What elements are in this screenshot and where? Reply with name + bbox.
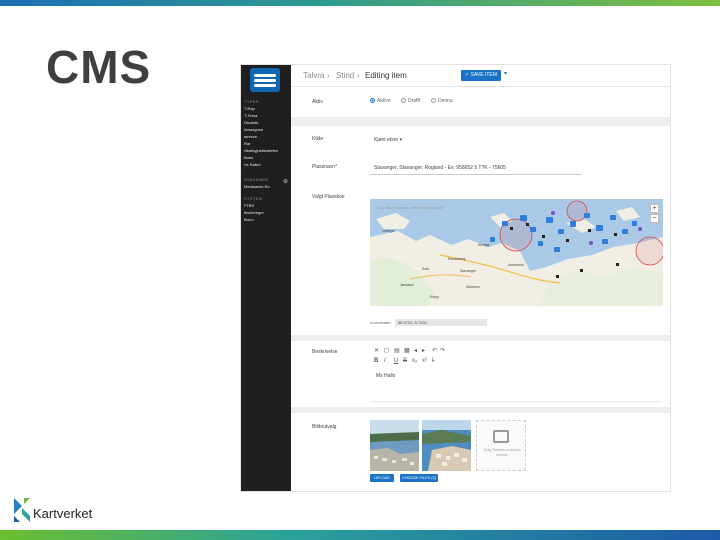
save-options-caret-icon[interactable]: ▾ xyxy=(504,70,507,77)
strikethrough-button[interactable]: S xyxy=(403,358,407,364)
add-image-dropzone[interactable]: Drag Pictures or click to browse xyxy=(476,420,526,471)
location-map[interactable]: Søk etter adresse, sted eller posisjon +… xyxy=(370,199,663,306)
map-place-label: Amenland xyxy=(508,263,524,267)
sidebar-item[interactable]: FTBS xyxy=(244,203,254,208)
editor-content: Ms Hallo xyxy=(376,373,396,379)
kartverket-logo-text: Kartverket xyxy=(33,506,93,521)
editor-tool-icon[interactable]: ▸ xyxy=(422,347,425,354)
sidebar-item[interactable]: Skarbyjubilkarteten xyxy=(244,148,278,153)
editor-toolbar-format: B I U S x₂ x² I̶ xyxy=(370,357,662,368)
section-divider xyxy=(291,407,670,413)
cms-screenshot: TYPER T-Rap T-Tema Dsvdsfs Amazgunn mrez… xyxy=(240,64,671,492)
beskrivelse-label: Beskrivelse xyxy=(312,349,338,355)
radio-dot-icon xyxy=(370,98,375,104)
map-place-label: Klepp xyxy=(430,295,439,299)
status-radio-active[interactable]: Aktive xyxy=(370,98,391,104)
image-thumbnail[interactable] xyxy=(422,420,471,471)
underline-button[interactable]: U xyxy=(394,358,398,364)
breadcrumb-separator: › xyxy=(357,71,360,80)
subscript-button[interactable]: x₂ xyxy=(412,358,417,364)
clear-format-button[interactable]: I̶ xyxy=(432,358,434,364)
map-place-label: Randaberg xyxy=(448,257,466,261)
cms-sidebar: TYPER T-Rap T-Tema Dsvdsfs Amazgunn mrez… xyxy=(241,65,291,491)
slide: CMS TYPER T-Rap T-Tema Dsvdsfs Amazgunn … xyxy=(0,0,720,540)
breadcrumb-item[interactable]: Talvra xyxy=(303,71,324,80)
coordinates-field[interactable]: 58.9700, 5.7331 xyxy=(395,319,487,326)
bottom-brand-stripe xyxy=(0,530,720,540)
status-radio-other[interactable]: Denna xyxy=(431,98,453,104)
radio-dot-icon xyxy=(401,98,406,104)
top-brand-stripe xyxy=(0,0,720,6)
map-place-label: Sola xyxy=(422,267,430,271)
image-thumbnail-graphic xyxy=(422,420,471,471)
image-thumbnail-graphic xyxy=(370,420,419,471)
sidebar-item[interactable]: T-Tema xyxy=(244,113,257,118)
sidebar-item[interactable]: Brum xyxy=(244,217,254,222)
breadcrumb-separator: › xyxy=(327,71,330,80)
sidebar-item[interactable]: Dsvdsfs xyxy=(244,120,258,125)
sidebar-item[interactable]: Rar xyxy=(244,141,250,146)
sidebar-section-head: SVAKEMER xyxy=(244,177,269,182)
italic-button[interactable]: I xyxy=(384,358,386,364)
image-thumbnail[interactable] xyxy=(370,420,419,471)
editor-tool-icon[interactable]: ◻ xyxy=(384,347,389,354)
zoom-out-button[interactable]: − xyxy=(650,214,659,223)
section-divider xyxy=(291,117,670,126)
map-graphic xyxy=(370,199,663,306)
status-radio-draft[interactable]: Drafft xyxy=(401,98,420,104)
breadcrumb-item[interactable]: Stind xyxy=(336,71,354,80)
radio-dot-icon xyxy=(431,98,436,104)
map-place-label: Vaslegd xyxy=(382,229,395,233)
map-label: Valgt Plasskoe xyxy=(312,194,345,200)
sidebar-item[interactable]: Amazgunn xyxy=(244,127,263,132)
sidebar-item[interactable]: Vs Rated xyxy=(244,162,260,167)
description-editor[interactable]: Ms Hallo xyxy=(370,368,662,402)
status-label: Aktiv xyxy=(312,99,323,105)
editor-tool-icon[interactable]: ✕ xyxy=(374,347,379,354)
kilde-select[interactable]: Kjønt etsre ▾ xyxy=(370,135,408,146)
bildeutvalg-label: Bildeutvalg xyxy=(312,424,337,430)
plassnavn-label: Plassnavn* xyxy=(312,164,338,170)
sidebar-section-head: TYPER xyxy=(244,99,259,104)
sidebar-section-head: SYSTEM xyxy=(244,196,263,201)
sidebar-item[interactable]: T-Rap xyxy=(244,106,255,111)
add-section-icon[interactable]: ⊕ xyxy=(283,178,288,185)
kartverket-logo: Kartverket xyxy=(12,496,132,526)
zoom-in-button[interactable]: + xyxy=(650,204,659,213)
chevron-down-icon: ▾ xyxy=(399,137,403,143)
plassnavn-input[interactable]: Stavanger, Stavanger, Rogland - Ex: 9586… xyxy=(370,162,582,175)
upload-button[interactable]: UPLOAD xyxy=(370,474,394,482)
choose-files-button[interactable]: CHOOSE FILES (3) xyxy=(400,474,438,482)
kilde-label: Kilde xyxy=(312,136,324,142)
coordinates-label: Koordinater: xyxy=(370,320,392,325)
editor-tool-icon[interactable]: ↶ xyxy=(432,347,437,354)
sidebar-item[interactable]: Boes xyxy=(244,155,253,160)
sidebar-item[interactable]: Mediaarkiv-Ro xyxy=(244,184,270,189)
section-divider xyxy=(291,335,670,341)
map-place-label: Sandnes xyxy=(466,285,480,289)
kartverket-logo-mark xyxy=(14,498,30,522)
editor-tool-icon[interactable]: ▦ xyxy=(404,347,410,354)
image-icon xyxy=(493,430,509,443)
bold-button[interactable]: B xyxy=(374,358,378,364)
editor-tool-icon[interactable]: ↷ xyxy=(440,347,445,354)
breadcrumb-current: Editing item xyxy=(365,71,407,80)
map-place-label: Arnegg xyxy=(478,243,490,247)
save-item-button[interactable]: ✓ SAVE ITEM xyxy=(461,70,501,81)
sidebar-item[interactable]: Brukeregm xyxy=(244,210,264,215)
add-image-hint: Drag Pictures or click to browse xyxy=(483,448,521,457)
cms-topbar: Talvra › Stind › Editing item ✓ SAVE ITE… xyxy=(291,65,670,87)
cms-logo-icon[interactable] xyxy=(250,68,280,92)
map-place-label: Stavanger xyxy=(460,269,476,273)
slide-title: CMS xyxy=(46,41,152,93)
editor-tool-icon[interactable]: ◂ xyxy=(414,347,417,354)
editor-toolbar-top: ✕ ◻ ▤ ▦ ◂ ▸ ↶ ↷ xyxy=(370,346,662,357)
map-place-label: Jærsand xyxy=(400,283,414,287)
map-search-input[interactable]: Søk etter adresse, sted eller posisjon xyxy=(375,204,455,212)
editor-tool-icon[interactable]: ▤ xyxy=(394,347,400,354)
sidebar-item[interactable]: mrezze xyxy=(244,134,257,139)
superscript-button[interactable]: x² xyxy=(422,358,427,364)
